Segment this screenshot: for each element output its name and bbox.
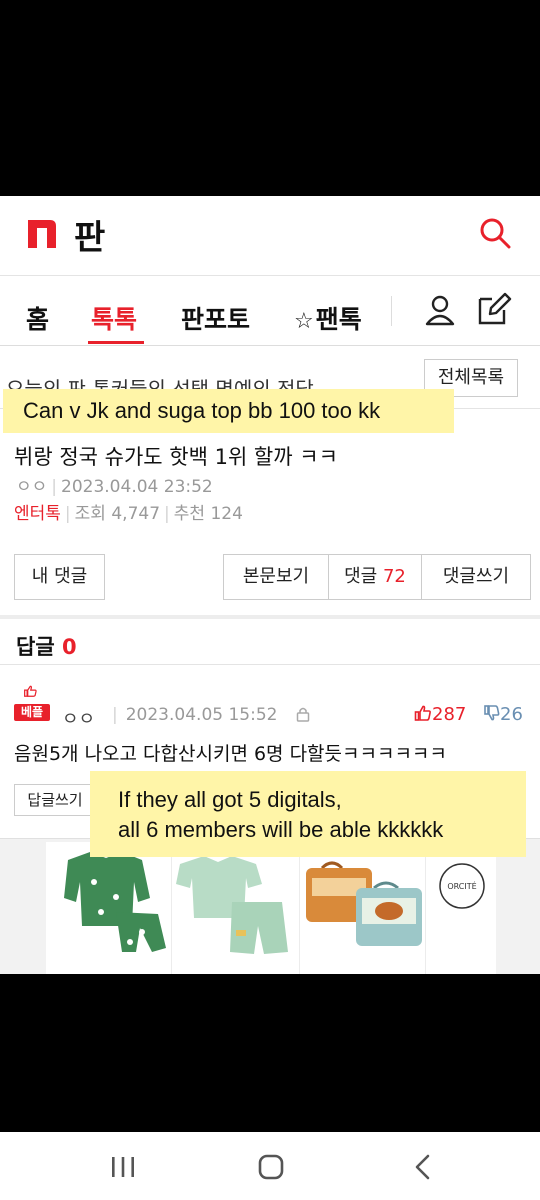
thumbs-down-icon [484, 705, 500, 721]
replies-title: 답글 0 [16, 631, 77, 661]
star-icon: ☆ [294, 309, 314, 334]
comments-label: 댓글 [344, 566, 378, 587]
tab-fantok-label: 팬톡 [315, 305, 362, 334]
comment-body: 음원5개 나오고 다합산시키면 6명 다할듯ㅋㅋㅋㅋㅋㅋ [14, 743, 447, 765]
my-comment-button[interactable]: 내 댓글 [14, 554, 105, 600]
tab-home[interactable]: 홈 [26, 300, 49, 336]
article-author-date: ㅇㅇ | 2023.04.04 23:52 [16, 477, 213, 497]
home-icon[interactable] [256, 1154, 286, 1180]
comment-author: ㅇㅇ [62, 709, 96, 730]
write-reply-button[interactable]: 답글쓰기 [14, 784, 96, 816]
comments-button[interactable]: 댓글 72 [329, 555, 421, 599]
logo-text[interactable]: 판 [74, 210, 105, 259]
search-icon[interactable] [478, 216, 512, 250]
mint-pajama-image [176, 856, 288, 954]
dislike-button[interactable]: 26 [484, 704, 523, 725]
translation-line-2: all 6 members will be able kkkkkk [118, 817, 444, 842]
tab-toktok[interactable]: 톡톡 [91, 300, 137, 336]
views-count: 4,747 [111, 504, 161, 524]
views-label: 조회 [74, 504, 106, 524]
translation-overlay-bottom: If they all got 5 digitals, all 6 member… [90, 771, 526, 857]
thumbs-up-icon [414, 705, 431, 721]
main-tabs: 홈 톡톡 판포토 ☆팬톡 [0, 276, 540, 346]
app-header: 판 [0, 196, 540, 276]
tab-divider [391, 296, 392, 326]
dislike-count: 26 [500, 704, 523, 725]
ad-item-orcite-logo[interactable]: ORCITÉ [428, 842, 496, 974]
recommend-count: 124 [210, 504, 243, 524]
translation-line-1: If they all got 5 digitals, [118, 787, 342, 812]
orcite-logo-text: ORCITÉ [447, 880, 476, 891]
suitcases-image [306, 861, 422, 946]
pajama-image [64, 852, 166, 952]
orcite-logo-image: ORCITÉ [439, 863, 485, 909]
replies-count: 0 [61, 635, 77, 659]
recommend-label: 추천 [173, 504, 206, 524]
replies-header: 답글 0 [0, 619, 540, 665]
view-body-button[interactable]: 본문보기 [224, 555, 328, 599]
recent-apps-icon[interactable] [108, 1154, 138, 1180]
translation-overlay-top: Can v Jk and suga top bb 100 too kk [3, 389, 454, 433]
article-title: 뷔랑 정국 슈가도 핫백 1위 할까 ㅋㅋ [14, 445, 338, 469]
ad-banner[interactable]: ORCITÉ [46, 842, 496, 974]
write-icon[interactable] [476, 292, 512, 326]
comments-count: 72 [382, 566, 406, 587]
best-thumb-icon [24, 685, 37, 697]
article-author: ㅇㅇ [16, 477, 48, 497]
app-screen: 판 홈 톡톡 판포토 ☆팬톡 오늘의 판 톡커들의 선택 명예의 전당 전체목록… [0, 196, 540, 974]
ad-item-mint-pajama[interactable] [174, 842, 300, 974]
ad-item-tin-suitcases[interactable] [302, 842, 426, 974]
android-nav-bar [0, 1132, 540, 1200]
pann-logo-icon[interactable] [26, 218, 58, 248]
back-icon[interactable] [408, 1154, 438, 1180]
write-comment-button[interactable]: 댓글쓰기 [422, 555, 530, 599]
like-count: 287 [432, 704, 467, 725]
user-icon[interactable] [424, 294, 456, 326]
active-tab-underline [88, 341, 144, 344]
article-date: 2023.04.04 23:52 [61, 477, 213, 497]
tab-panphoto[interactable]: 판포토 [181, 300, 250, 336]
comment-date: | 2023.04.05 15:52 [112, 705, 278, 725]
replies-label: 답글 [16, 635, 55, 659]
lock-icon[interactable] [296, 706, 310, 722]
ad-item-green-pajama[interactable] [46, 842, 172, 974]
article-category[interactable]: 엔터톡 [14, 504, 61, 524]
tab-fantok[interactable]: ☆팬톡 [294, 300, 362, 336]
article-stats: 엔터톡 | 조회 4,747 | 추천 124 [14, 504, 243, 524]
article-action-group: 본문보기 댓글 72 댓글쓰기 [223, 554, 531, 600]
like-button[interactable]: 287 [414, 704, 466, 725]
best-badge: 베플 [14, 704, 50, 721]
